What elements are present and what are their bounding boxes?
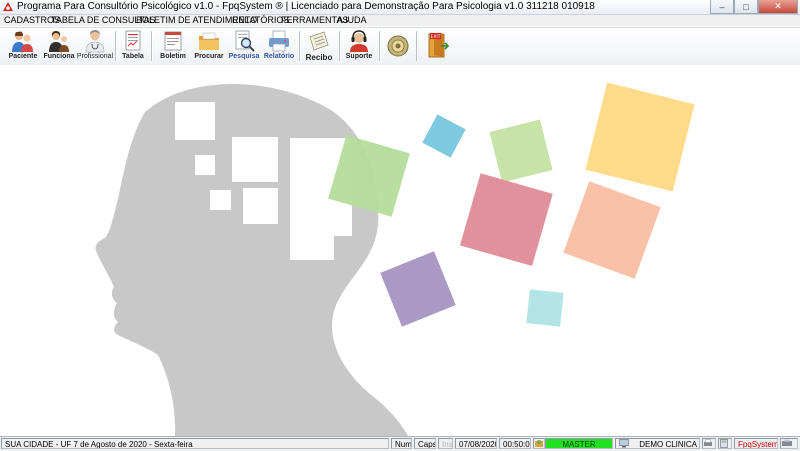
patients-icon: [12, 31, 33, 52]
menu-bar: CADASTROS TABELA DE CONSULTAS BOLETIM DE…: [0, 15, 800, 26]
status-num-lock: Num: [391, 438, 412, 449]
status-insert: Ins: [438, 438, 453, 449]
psychology-head-illustration: [95, 82, 695, 436]
app-logo-icon: [3, 2, 13, 11]
title-bar: Programa Para Consultório Psicológico v1…: [0, 0, 800, 15]
recibo-button[interactable]: Recibo: [302, 28, 336, 64]
toolbar-separator: [379, 31, 381, 61]
exit-button[interactable]: EXIT: [424, 28, 452, 64]
close-button[interactable]: ✕: [758, 0, 798, 14]
status-bar: SUA CIDADE - UF 7 de Agosto de 2020 - Se…: [0, 436, 800, 451]
paciente-button[interactable]: Paciente: [6, 28, 40, 64]
procurar-button[interactable]: Procurar: [192, 28, 226, 64]
settings-button[interactable]: [384, 28, 412, 64]
paciente-label: Paciente: [8, 53, 38, 60]
status-user: MASTER: [545, 438, 613, 449]
folder-icon: [199, 32, 219, 50]
user-key-icon: [535, 440, 543, 447]
gear-icon: [387, 35, 409, 57]
search-icon: [235, 30, 255, 52]
toolbar-separator: [339, 31, 341, 61]
status-date: 07/08/2020: [455, 438, 497, 449]
toolbar: Paciente Funciona Profissional Tabela Bo…: [0, 27, 800, 66]
support-headset-icon: [350, 30, 368, 52]
status-clinic: DEMO CLINICA 1.0: [615, 438, 700, 449]
recibo-label: Recibo: [305, 53, 333, 62]
toolbar-separator: [151, 31, 153, 61]
status-printer-cell[interactable]: [702, 438, 716, 449]
boletim-label: Boletim: [160, 53, 186, 60]
employees-icon: [49, 31, 69, 52]
doctor-icon: [85, 30, 105, 53]
table-document-icon: [125, 30, 141, 51]
relatorio-button[interactable]: Relatório: [262, 28, 296, 64]
printer-report-icon: [269, 30, 289, 52]
suporte-button[interactable]: Suporte: [342, 28, 376, 64]
pesquisa-label: Pesquisa: [228, 53, 260, 60]
menu-ajuda[interactable]: AJUDA: [337, 15, 367, 25]
pesquisa-button[interactable]: Pesquisa: [228, 28, 260, 64]
tabela-label: Tabela: [122, 53, 144, 60]
toolbar-separator: [416, 31, 418, 61]
calculator-icon: [720, 439, 728, 448]
status-time: 00:50:00: [499, 438, 531, 449]
funciona-button[interactable]: Funciona: [42, 28, 76, 64]
profissional-label: Profissional: [76, 53, 114, 60]
window-title: Programa Para Consultório Psicológico v1…: [17, 1, 595, 12]
maximize-button[interactable]: □: [734, 0, 758, 14]
status-tool-cell[interactable]: [780, 438, 798, 449]
receipt-icon: [309, 31, 329, 51]
tabela-button[interactable]: Tabela: [118, 28, 148, 64]
procurar-label: Procurar: [194, 53, 224, 60]
status-location-date: SUA CIDADE - UF 7 de Agosto de 2020 - Se…: [1, 438, 389, 449]
main-workspace: [0, 65, 800, 436]
toolbar-separator: [299, 31, 301, 61]
relatorio-label: Relatório: [263, 53, 295, 60]
clinic-computer-icon: [619, 439, 629, 448]
head-silhouette: [95, 84, 408, 436]
tools-icon: [782, 439, 792, 446]
boletim-button[interactable]: Boletim: [156, 28, 190, 64]
status-calculator-cell[interactable]: [718, 438, 732, 449]
exit-badge-text: EXIT: [430, 34, 440, 40]
funciona-label: Funciona: [43, 53, 75, 60]
status-brand: FpqSystem: [734, 438, 778, 449]
suporte-label: Suporte: [345, 53, 373, 60]
report-sheet-icon: [164, 31, 182, 51]
status-caps-lock: Caps: [414, 438, 436, 449]
status-user-icon-cell: [533, 438, 545, 449]
status-clinic-text: DEMO CLINICA 1.0: [639, 440, 699, 449]
minimize-button[interactable]: –: [710, 0, 734, 14]
printer-icon: [704, 439, 712, 446]
toolbar-separator: [115, 31, 117, 61]
floating-squares: [328, 82, 695, 327]
exit-door-icon: EXIT: [428, 33, 450, 58]
profissional-button[interactable]: Profissional: [76, 28, 114, 64]
